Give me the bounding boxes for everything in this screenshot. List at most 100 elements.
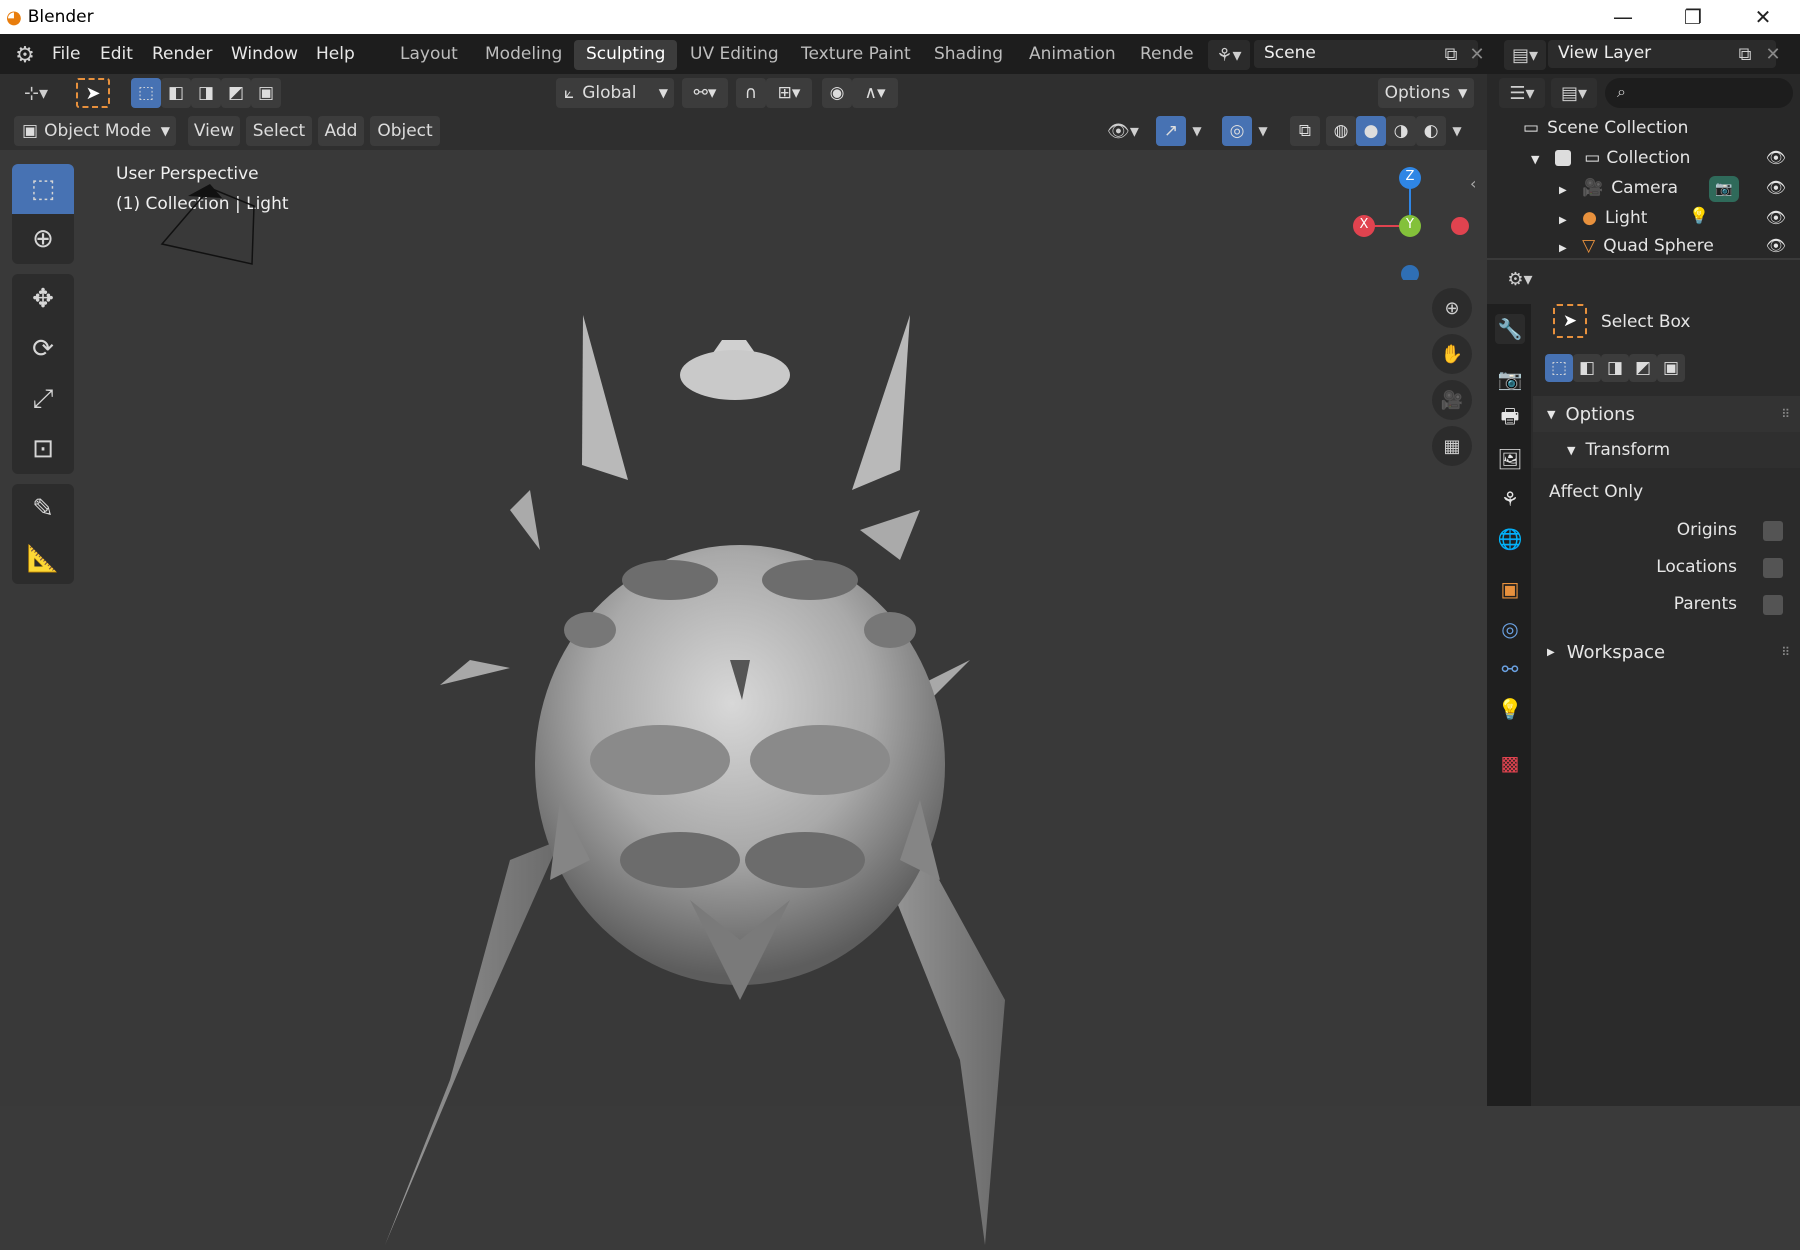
minimize-button[interactable]: — — [1588, 0, 1658, 34]
camera-data-icon[interactable]: 📷 — [1709, 176, 1739, 202]
mode-subtract-icon[interactable]: ◨ — [191, 78, 221, 108]
outliner-scene-collection[interactable]: ▭ Scene Collection — [1523, 118, 1688, 138]
display-mode-icon[interactable]: ▤▾ — [1551, 78, 1597, 108]
tab-rendering[interactable]: Render — [1128, 40, 1194, 70]
gizmo-toggle-icon[interactable]: ↗ — [1156, 116, 1186, 146]
overlays-dropdown-icon[interactable]: ▼ — [1252, 116, 1274, 146]
constraints-tab-icon[interactable]: ⚯ — [1495, 654, 1525, 684]
falloff-dropdown[interactable]: ∧▾ — [852, 78, 898, 108]
texture-tab-icon[interactable]: ▩ — [1495, 748, 1525, 778]
mode-new-icon[interactable]: ⬚ — [131, 78, 161, 108]
proportional-edit-icon[interactable]: ◉ — [822, 78, 852, 108]
camera-visibility-eye-icon[interactable]: 👁 — [1766, 178, 1786, 197]
wireframe-shading-icon[interactable]: ◍ — [1326, 116, 1356, 146]
menu-view[interactable]: View — [188, 116, 240, 146]
render-tab-icon[interactable]: 📷 — [1495, 364, 1525, 394]
properties-editor-type-icon[interactable]: ⚙▾ — [1497, 262, 1543, 296]
mode-new-icon[interactable]: ⬚ — [1545, 354, 1573, 382]
output-tab-icon[interactable]: 🖶 — [1495, 404, 1525, 434]
select-box-tool-icon[interactable]: ⬚ — [12, 164, 74, 214]
tab-modeling[interactable]: Modeling — [473, 40, 574, 70]
object-mode-dropdown[interactable]: ▣ Object Mode ▼ — [14, 116, 176, 146]
menu-help[interactable]: Help — [316, 44, 355, 64]
snap-toggle-icon[interactable]: ∩ — [736, 78, 766, 108]
collection-exclude-checkbox[interactable] — [1554, 150, 1571, 166]
close-button[interactable]: ✕ — [1728, 0, 1798, 34]
transform-subpanel-header[interactable]: ▼ Transform — [1533, 432, 1800, 468]
mode-invert-icon[interactable]: ◩ — [221, 78, 251, 108]
gizmo-dropdown-icon[interactable]: ▼ — [1186, 116, 1208, 146]
new-view-layer-icon[interactable]: ⧉ — [1730, 40, 1760, 68]
drag-handle-icon[interactable]: ⠿ — [1781, 645, 1790, 659]
outliner-item-camera[interactable]: ▶ 🎥 Camera — [1559, 178, 1678, 198]
new-scene-icon[interactable]: ⧉ — [1436, 40, 1466, 68]
camera-view-icon[interactable]: 🎥 — [1432, 380, 1472, 420]
outliner-item-quad-sphere[interactable]: ▶ ▽ Quad Sphere — [1559, 236, 1714, 258]
cursor-tool-icon[interactable]: ⊕ — [12, 214, 74, 264]
view-layer-tab-icon[interactable]: 🖼 — [1495, 444, 1525, 474]
parents-checkbox[interactable] — [1763, 595, 1783, 615]
object-data-tab-icon[interactable]: 💡 — [1495, 694, 1525, 724]
origins-checkbox[interactable] — [1763, 521, 1783, 541]
gizmo-neg-z-axis[interactable] — [1401, 265, 1419, 280]
menu-window[interactable]: Window — [231, 44, 298, 64]
light-data-icon[interactable]: 💡 — [1689, 206, 1709, 225]
shading-dropdown-icon[interactable]: ▼ — [1446, 116, 1468, 146]
mode-subtract-icon[interactable]: ◨ — [1601, 354, 1629, 382]
mode-extend-icon[interactable]: ◧ — [161, 78, 191, 108]
snap-target-dropdown[interactable]: ⊞▾ — [766, 78, 812, 108]
select-box-tool-icon[interactable]: ➤ — [76, 78, 110, 108]
tab-texture-paint[interactable]: Texture Paint — [789, 40, 923, 70]
mode-intersect-icon[interactable]: ▣ — [1657, 354, 1685, 382]
3d-viewport[interactable]: ⬚ ⊕ ✥ ⟳ ⤢ ⊡ ✎ 📐 User Perspective (1) Col… — [0, 150, 1487, 1245]
measure-tool-icon[interactable]: 📐 — [12, 534, 74, 584]
blender-menu-icon[interactable]: ⚙ — [10, 40, 40, 70]
scene-selector-icon[interactable]: ⚘▾ — [1208, 40, 1250, 70]
outliner-editor-type-icon[interactable]: ☰▾ — [1499, 78, 1545, 108]
view-layer-selector-icon[interactable]: ▤▾ — [1504, 40, 1546, 70]
camera-wireframe[interactable] — [150, 176, 280, 266]
menu-edit[interactable]: Edit — [100, 44, 133, 64]
zoom-icon[interactable]: ⊕ — [1432, 288, 1472, 328]
physics-tab-icon[interactable]: ◎ — [1495, 614, 1525, 644]
tab-animation[interactable]: Animation — [1017, 40, 1128, 70]
mode-extend-icon[interactable]: ◧ — [1573, 354, 1601, 382]
pan-hand-icon[interactable]: ✋ — [1432, 334, 1472, 374]
world-tab-icon[interactable]: 🌐 — [1495, 524, 1525, 554]
transform-orientation-dropdown[interactable]: ⟀ Global ▼ — [556, 78, 674, 108]
restore-button[interactable]: ❐ — [1658, 0, 1728, 34]
pivot-point-dropdown[interactable]: ⚯▾ — [682, 78, 728, 108]
menu-file[interactable]: File — [52, 44, 80, 64]
tool-tab-icon[interactable]: 🔧 — [1495, 314, 1525, 344]
menu-select[interactable]: Select — [246, 116, 312, 146]
scale-tool-icon[interactable]: ⤢ — [12, 374, 74, 424]
outliner-search-input[interactable]: ⌕ — [1605, 78, 1793, 108]
overlays-toggle-icon[interactable]: ◎ — [1222, 116, 1252, 146]
remove-scene-icon[interactable]: ✕ — [1464, 40, 1490, 68]
collapse-sidebar-icon[interactable]: ‹ — [1470, 174, 1476, 193]
rendered-shading-icon[interactable]: ◐ — [1416, 116, 1446, 146]
object-tab-icon[interactable]: ▣ — [1495, 574, 1525, 604]
tab-uv-editing[interactable]: UV Editing — [678, 40, 791, 70]
material-shading-icon[interactable]: ◑ — [1386, 116, 1416, 146]
menu-add[interactable]: Add — [318, 116, 364, 146]
sculpted-sphere-model[interactable] — [360, 300, 1040, 1250]
outliner-item-light[interactable]: ▶ ● Light — [1559, 208, 1647, 228]
annotate-tool-icon[interactable]: ✎ — [12, 484, 74, 534]
scene-tab-icon[interactable]: ⚘ — [1495, 484, 1525, 514]
locations-checkbox[interactable] — [1763, 558, 1783, 578]
xray-toggle-icon[interactable]: ⧉ — [1290, 116, 1320, 146]
perspective-grid-icon[interactable]: ▦ — [1432, 426, 1472, 466]
editor-type-icon[interactable]: ⊹▾ — [14, 78, 58, 108]
light-visibility-eye-icon[interactable]: 👁 — [1766, 208, 1786, 227]
rotate-tool-icon[interactable]: ⟳ — [12, 324, 74, 374]
gizmo-neg-x-axis[interactable] — [1451, 217, 1469, 235]
menu-object[interactable]: Object — [370, 116, 440, 146]
tab-layout[interactable]: Layout — [388, 40, 470, 70]
move-tool-icon[interactable]: ✥ — [12, 274, 74, 324]
workspace-panel-header[interactable]: ▶ Workspace ⠿ — [1533, 634, 1800, 670]
tab-shading[interactable]: Shading — [922, 40, 1015, 70]
visibility-dropdown-icon[interactable]: 👁▾ — [1100, 116, 1146, 146]
tab-sculpting[interactable]: Sculpting — [574, 40, 678, 70]
drag-handle-icon[interactable]: ⠿ — [1781, 407, 1790, 421]
